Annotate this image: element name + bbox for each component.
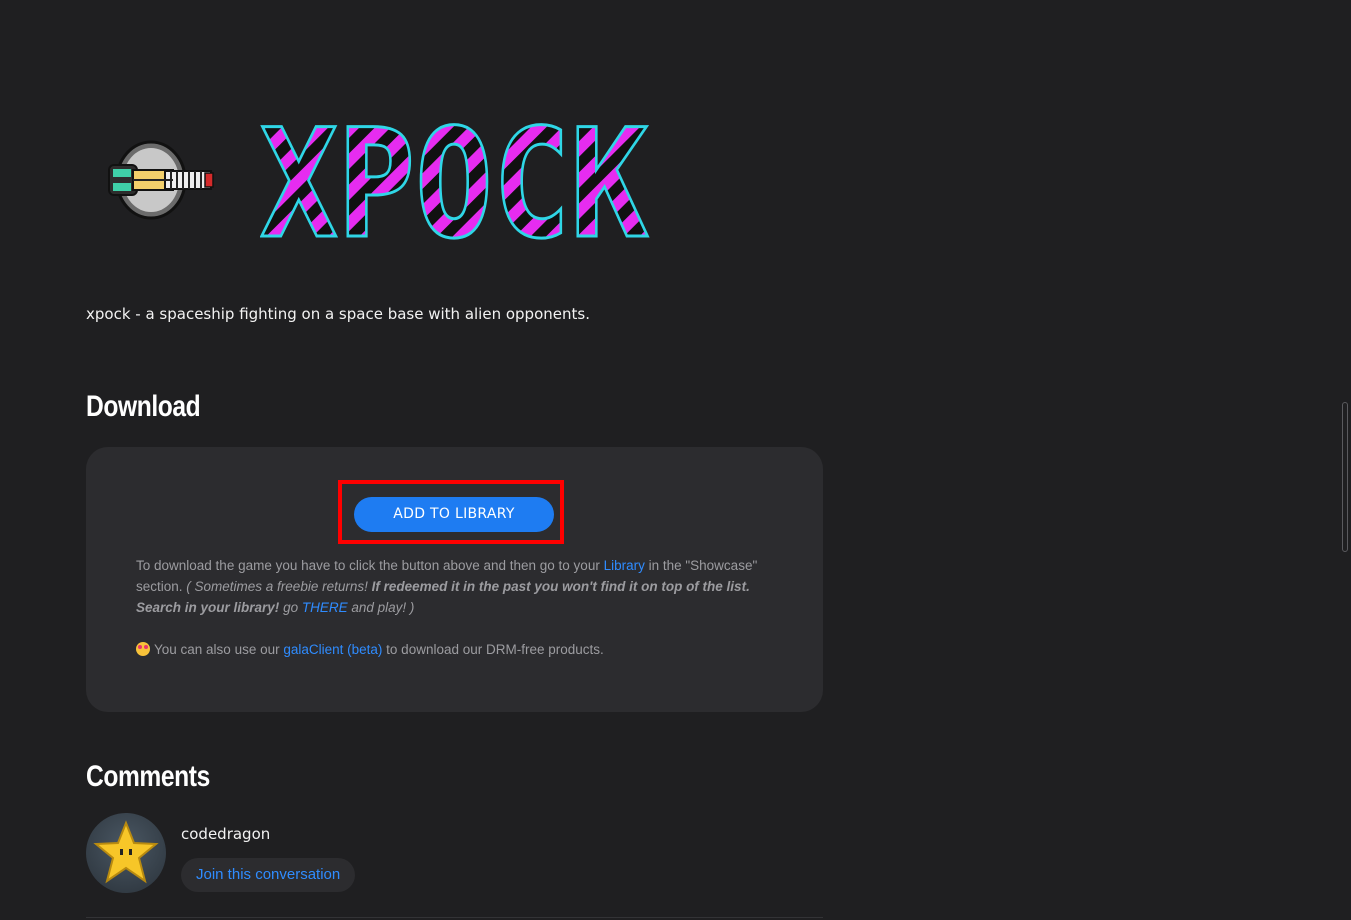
library-link[interactable]: Library [604,558,645,573]
star-avatar-icon [93,820,159,884]
logo-text: XPOCK [260,118,648,248]
scrollbar-thumb[interactable] [1342,402,1348,552]
freebie-note-1: ( Sometimes a freebie returns! [186,579,372,594]
client-text-2: to download our DRM-free products. [382,642,604,657]
client-info: You can also use our galaClient (beta) t… [136,639,766,660]
game-logo: XPOCK [259,97,650,274]
download-card: ADD TO LIBRARY To download the game you … [86,447,823,712]
avatar[interactable] [86,813,166,893]
galaclient-link[interactable]: galaClient (beta) [283,642,382,657]
game-banner: XPOCK [100,97,660,274]
add-to-library-button[interactable]: ADD TO LIBRARY [354,497,554,532]
join-conversation-button[interactable]: Join this conversation [181,858,356,892]
download-info: To download the game you have to click t… [136,555,766,660]
freebie-note-2: go [279,600,302,615]
instructions-text: To download the game you have to click t… [136,558,604,573]
spaceship-icon [105,135,217,225]
comment-item: codedragon Join this conversation [86,813,823,920]
client-text-1: You can also use our [154,642,284,657]
divider [86,917,823,918]
download-heading: Download [86,390,201,423]
freebie-note: ( Sometimes a freebie returns! If redeem… [136,579,750,615]
there-link[interactable]: THERE [302,600,348,615]
star-eyes-emoji-icon [136,642,150,656]
comments-heading: Comments [86,760,210,793]
comment-username[interactable]: codedragon [181,825,270,843]
game-description: xpock - a spaceship fighting on a space … [86,305,590,323]
freebie-note-3: and play! ) [347,600,415,615]
download-instructions: To download the game you have to click t… [136,555,766,618]
scrollbar[interactable] [1339,0,1351,920]
page: XPOCK xpock - a spaceship fighting on a … [0,0,1351,920]
